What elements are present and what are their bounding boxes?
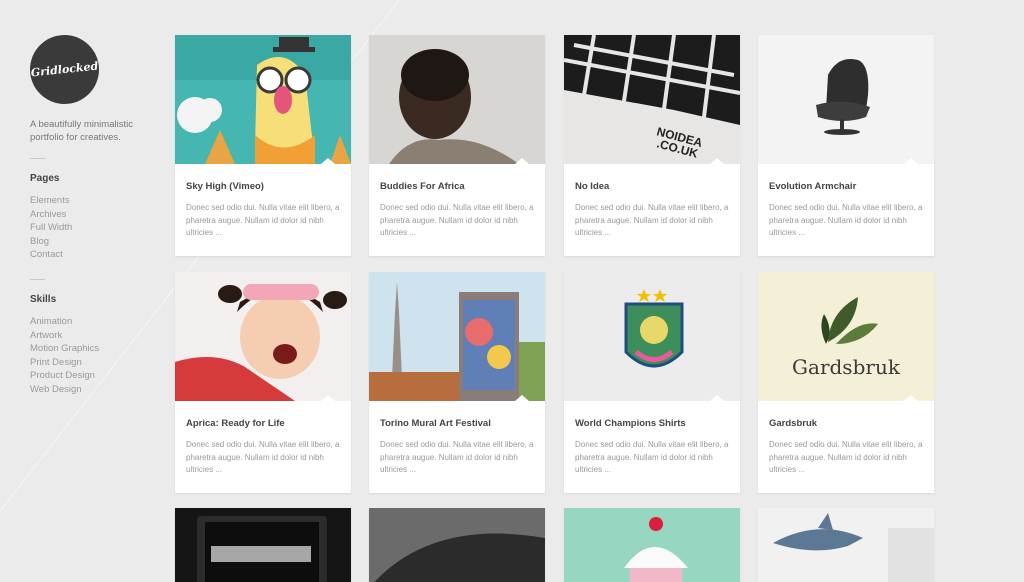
portfolio-card[interactable]: [564, 508, 740, 582]
pages-list: Elements Archives Full Width Blog Contac…: [30, 194, 150, 262]
portfolio-card[interactable]: Aprica: Ready for Life Donec sed odio du…: [175, 272, 351, 493]
ice-cream-illustration-image: [564, 508, 740, 582]
portfolio-card[interactable]: Buddies For Africa Donec sed odio dui. N…: [369, 35, 545, 256]
portfolio-card[interactable]: Gardsbruk Gardsbruk Donec sed odio dui. …: [758, 272, 934, 493]
portfolio-card[interactable]: NOIDEA .CO.UK No Idea Donec sed odio dui…: [564, 35, 740, 256]
card-title[interactable]: Sky High (Vimeo): [186, 181, 351, 192]
card-thumbnail[interactable]: Gardsbruk: [758, 272, 934, 401]
child-photo-image: [175, 272, 351, 401]
skill-link-animation[interactable]: Animation: [30, 315, 150, 329]
nav-link-elements[interactable]: Elements: [30, 194, 150, 208]
card-description: Donec sed odio dui. Nulla vitae elit lib…: [575, 440, 729, 474]
card-thumbnail[interactable]: [564, 508, 740, 582]
boy-photo-image: [369, 35, 545, 164]
noidea-typography-image: NOIDEA .CO.UK: [564, 35, 740, 164]
card-description: Donec sed odio dui. Nulla vitae elit lib…: [186, 203, 340, 237]
skills-list: Animation Artwork Motion Graphics Print …: [30, 315, 150, 397]
pages-heading: Pages: [30, 173, 60, 184]
card-thumbnail[interactable]: [175, 508, 351, 582]
skills-heading: Skills: [30, 293, 57, 305]
card-description: Donec sed odio dui. Nulla vitae elit lib…: [769, 440, 923, 474]
tablet-photo-image: [175, 508, 351, 582]
gardsbruk-logo-text: Gardsbruk: [792, 355, 901, 379]
card-thumbnail[interactable]: [758, 508, 934, 582]
card-title[interactable]: Aprica: Ready for Life: [186, 418, 351, 429]
portfolio-card[interactable]: Sky High (Vimeo) Donec sed odio dui. Nul…: [175, 35, 351, 256]
card-thumbnail[interactable]: [369, 35, 545, 164]
mural-building-photo-image: [369, 272, 545, 401]
card-description: Donec sed odio dui. Nulla vitae elit lib…: [186, 440, 340, 474]
portfolio-card[interactable]: Torino Mural Art Festival Donec sed odio…: [369, 272, 545, 493]
card-description: Donec sed odio dui. Nulla vitae elit lib…: [380, 203, 534, 237]
card-title[interactable]: World Champions Shirts: [575, 418, 740, 429]
nav-link-contact[interactable]: Contact: [30, 248, 150, 262]
card-title[interactable]: No Idea: [575, 181, 740, 192]
championship-badge-image: [564, 272, 740, 401]
card-title[interactable]: Torino Mural Art Festival: [380, 418, 545, 429]
skill-link-web-design[interactable]: Web Design: [30, 383, 150, 397]
dark-product-photo-image: [369, 508, 545, 582]
skill-link-print-design[interactable]: Print Design: [30, 356, 150, 370]
skill-link-product-design[interactable]: Product Design: [30, 369, 150, 383]
card-thumbnail[interactable]: NOIDEA .CO.UK: [564, 35, 740, 164]
card-thumbnail[interactable]: [369, 272, 545, 401]
nav-link-blog[interactable]: Blog: [30, 235, 150, 249]
card-thumbnail[interactable]: [564, 272, 740, 401]
portfolio-card[interactable]: [175, 508, 351, 582]
card-description: Donec sed odio dui. Nulla vitae elit lib…: [380, 440, 534, 474]
card-description: Donec sed odio dui. Nulla vitae elit lib…: [769, 203, 923, 237]
logo-text: Gridlocked: [30, 59, 99, 80]
armchair-photo-image: [758, 35, 934, 164]
card-description: Donec sed odio dui. Nulla vitae elit lib…: [575, 203, 729, 237]
tagline: A beautifully minimalistic portfolio for…: [30, 119, 133, 143]
card-thumbnail[interactable]: [758, 35, 934, 164]
sidebar: Gridlocked A beautifully minimalistic po…: [26, 31, 150, 397]
card-thumbnail[interactable]: [369, 508, 545, 582]
shark-room-photo-image: [758, 508, 934, 582]
site-logo[interactable]: Gridlocked: [26, 31, 103, 108]
portfolio-card[interactable]: [758, 508, 934, 582]
portfolio-card[interactable]: [369, 508, 545, 582]
nav-link-archives[interactable]: Archives: [30, 208, 150, 222]
card-title[interactable]: Gardsbruk: [769, 418, 934, 429]
portfolio-card[interactable]: World Champions Shirts Donec sed odio du…: [564, 272, 740, 493]
skill-link-artwork[interactable]: Artwork: [30, 329, 150, 343]
divider: [30, 158, 45, 159]
character-illustration-image: [175, 35, 351, 164]
gardsbruk-logo-image: Gardsbruk: [758, 272, 934, 401]
skill-link-motion-graphics[interactable]: Motion Graphics: [30, 342, 150, 356]
card-thumbnail[interactable]: [175, 35, 351, 164]
card-title[interactable]: Buddies For Africa: [380, 181, 545, 192]
divider: [30, 278, 45, 280]
portfolio-card[interactable]: Evolution Armchair Donec sed odio dui. N…: [758, 35, 934, 256]
card-thumbnail[interactable]: [175, 272, 351, 401]
card-title[interactable]: Evolution Armchair: [769, 181, 934, 192]
nav-link-full-width[interactable]: Full Width: [30, 221, 150, 235]
